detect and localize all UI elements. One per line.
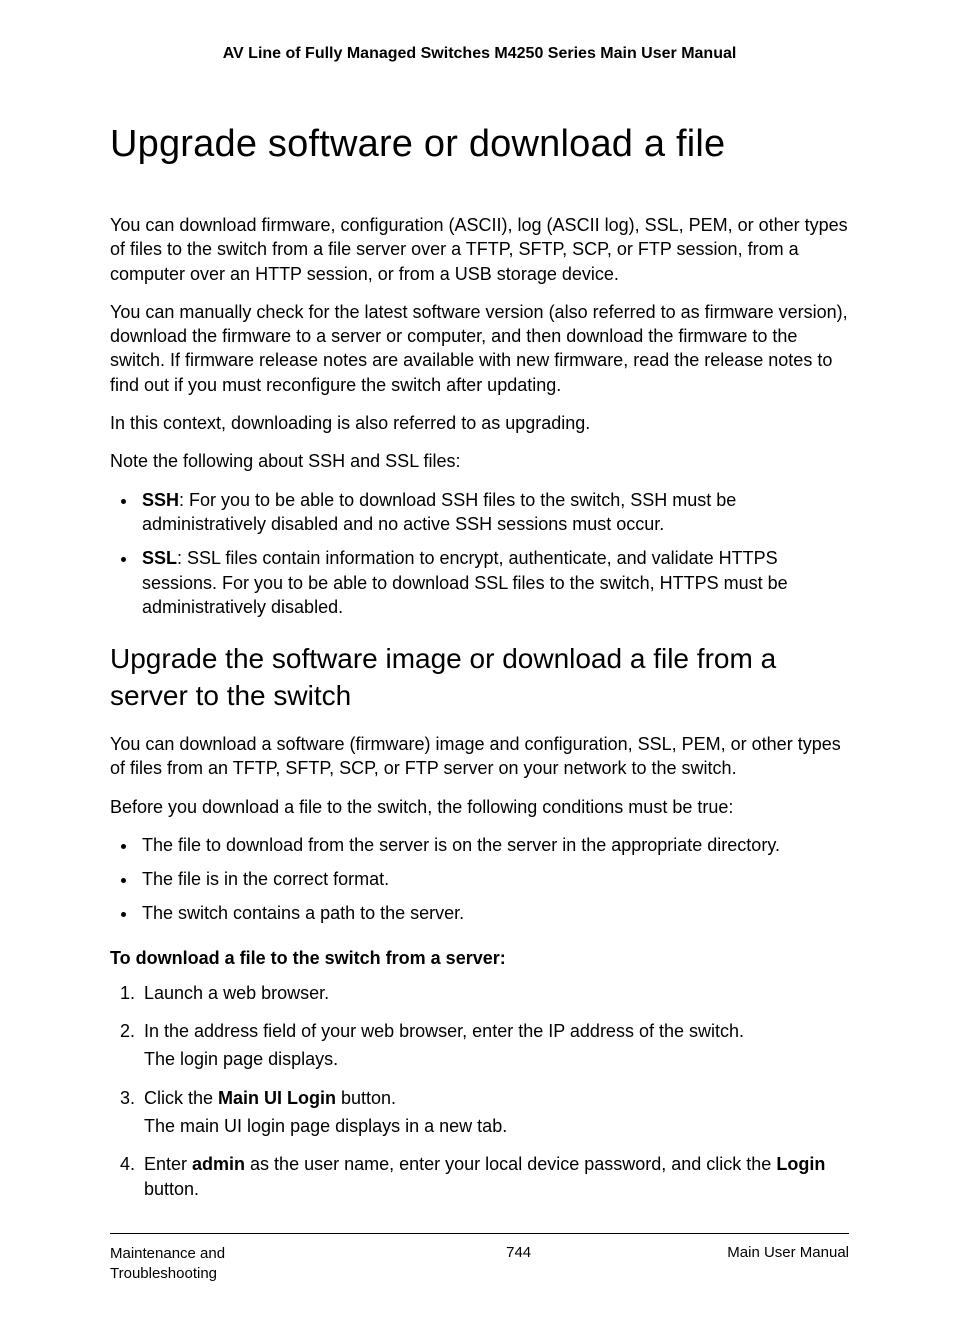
intro-paragraph-1: You can download firmware, configuration…	[110, 213, 849, 286]
step-subtext: The login page displays.	[144, 1047, 849, 1071]
section-paragraph-1: You can download a software (firmware) i…	[110, 732, 849, 781]
ssh-ssl-notes-list: SSH: For you to be able to download SSH …	[110, 488, 849, 619]
step-text-bold: Main UI Login	[218, 1088, 336, 1108]
list-item: The file is in the correct format.	[138, 867, 849, 891]
section-subheading: Upgrade the software image or download a…	[110, 641, 849, 714]
step-subtext: The main UI login page displays in a new…	[144, 1114, 849, 1138]
document-header-title: AV Line of Fully Managed Switches M4250 …	[110, 45, 849, 63]
term-text: : For you to be able to download SSH fil…	[142, 490, 736, 534]
intro-paragraph-3: In this context, downloading is also ref…	[110, 411, 849, 435]
term-label: SSH	[142, 490, 179, 510]
list-item: The switch contains a path to the server…	[138, 901, 849, 925]
step-text: Launch a web browser.	[144, 983, 329, 1003]
step-text-pre: Enter	[144, 1154, 192, 1174]
step-item: In the address field of your web browser…	[140, 1019, 849, 1072]
procedure-title: To download a file to the switch from a …	[110, 948, 849, 969]
footer-page-number: 744	[506, 1244, 531, 1285]
step-text: In the address field of your web browser…	[144, 1021, 744, 1041]
footer-section-name: Maintenance and Troubleshooting	[110, 1244, 310, 1285]
page-title: Upgrade software or download a file	[110, 123, 849, 166]
intro-paragraph-4: Note the following about SSH and SSL fil…	[110, 449, 849, 473]
term-text: : SSL files contain information to encry…	[142, 548, 788, 617]
step-text-post: button.	[144, 1179, 199, 1199]
step-item: Enter admin as the user name, enter your…	[140, 1152, 849, 1201]
list-item: The file to download from the server is …	[138, 833, 849, 857]
step-text-post: button.	[336, 1088, 396, 1108]
step-item: Click the Main UI Login button. The main…	[140, 1086, 849, 1139]
section-paragraph-2: Before you download a file to the switch…	[110, 795, 849, 819]
list-item: SSL: SSL files contain information to en…	[138, 546, 849, 619]
footer-divider	[110, 1233, 849, 1234]
intro-paragraph-2: You can manually check for the latest so…	[110, 300, 849, 397]
page-footer: Maintenance and Troubleshooting 744 Main…	[110, 1244, 849, 1285]
procedure-steps: Launch a web browser. In the address fie…	[110, 981, 849, 1201]
step-text-mid: as the user name, enter your local devic…	[245, 1154, 776, 1174]
footer-manual-name: Main User Manual	[727, 1244, 849, 1285]
list-item: SSH: For you to be able to download SSH …	[138, 488, 849, 537]
term-label: SSL	[142, 548, 177, 568]
preconditions-list: The file to download from the server is …	[110, 833, 849, 926]
step-item: Launch a web browser.	[140, 981, 849, 1005]
step-text-bold: Login	[776, 1154, 825, 1174]
step-text-pre: Click the	[144, 1088, 218, 1108]
step-text-bold: admin	[192, 1154, 245, 1174]
